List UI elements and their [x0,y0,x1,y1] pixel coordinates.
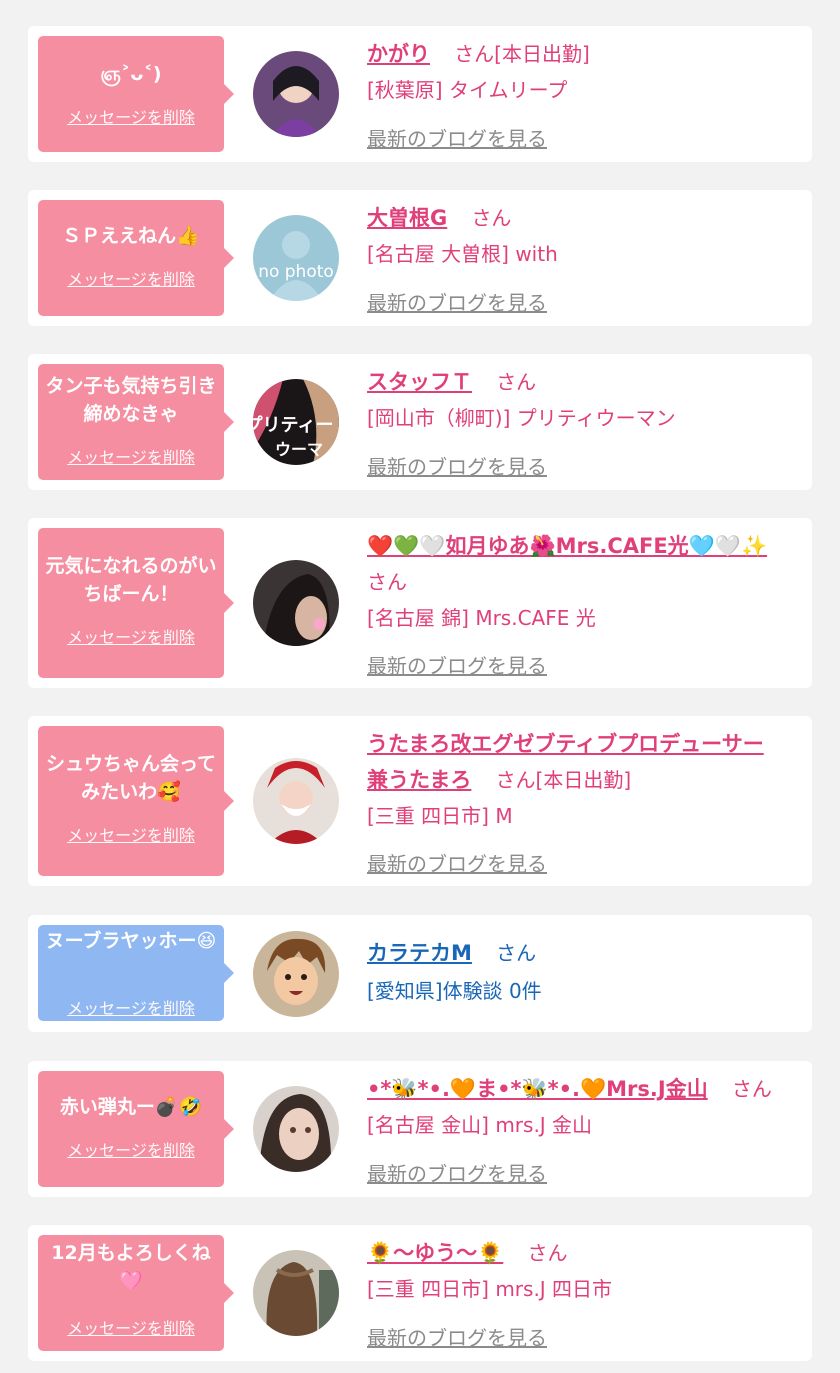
delete-message-link[interactable]: メッセージを削除 [38,822,224,846]
message-bubble: 12月もよろしくね🩷 メッセージを削除 [38,1235,234,1351]
entry-info: うたまろ改エグゼブティブプロデューサー 兼うたまろ さん[本日出勤] [三重 四… [367,728,798,877]
message-bubble: シュウちゃん会ってみたいわ🥰 メッセージを削除 [38,726,234,876]
svg-text:プリティー: プリティー [253,414,333,436]
girl-name-link[interactable]: ❤️💚🤍如月ゆあ🌺Mrs.CAFE光🩵🤍✨ [367,534,767,558]
avatar[interactable] [253,51,339,137]
latest-blog-link[interactable]: 最新のブログを見る [367,650,547,679]
delete-message-link[interactable]: メッセージを削除 [38,1137,224,1161]
entry-info: 大曽根G さん [名古屋 大曽根] with 最新のブログを見る [367,202,798,316]
entry-info: スタッフＴ さん [岡山市（柳町)] プリティウーマン 最新のブログを見る [367,366,798,480]
message-bubble: ＳＰええねん👍 メッセージを削除 [38,200,234,316]
message-bubble: タン子も気持ち引き締めなきゃ メッセージを削除 [38,364,234,480]
user-name-link[interactable]: カラテカM [367,941,472,965]
avatar[interactable] [253,1086,339,1172]
latest-blog-link[interactable]: 最新のブログを見る [367,287,547,316]
entry-info: 🌻～ゆう～🌻 さん [三重 四日市] mrs.J 四日市 最新のブログを見る [367,1237,798,1351]
message-text: 赤い弾丸ー💣🤣 [59,1096,203,1118]
honorific: さん [471,206,512,230]
latest-blog-link[interactable]: 最新のブログを見る [367,123,547,152]
message-text: ヌーブラヤッホー😆 [45,930,217,952]
message-card: シュウちゃん会ってみたいわ🥰 メッセージを削除 うたまろ改エグゼブティブプロデュ… [28,716,812,886]
honorific: さん [496,370,537,394]
avatar[interactable] [253,560,339,646]
message-bubble: ஞ˃ᴗ˂) メッセージを削除 [38,36,234,152]
message-bubble: 赤い弾丸ー💣🤣 メッセージを削除 [38,1071,234,1187]
anime-avatar[interactable] [253,931,339,1017]
shop-name: [三重 四日市] M [367,804,513,828]
delete-message-link[interactable]: メッセージを削除 [38,444,224,468]
message-card: ஞ˃ᴗ˂) メッセージを削除 かがり さん[本日出勤] [秋葉原] タイムリープ… [28,26,812,162]
girl-name-link[interactable]: かがり [367,42,430,66]
entry-info: かがり さん[本日出勤] [秋葉原] タイムリープ 最新のブログを見る [367,38,798,152]
message-card: ＳＰええねん👍 メッセージを削除 no photo 大曽根G さん [名古屋 大… [28,190,812,326]
girl-name-link[interactable]: スタッフＴ [367,370,472,394]
entry-info: ❤️💚🤍如月ゆあ🌺Mrs.CAFE光🩵🤍✨ さん [名古屋 錦] Mrs.CAF… [367,530,798,679]
latest-blog-link[interactable]: 最新のブログを見る [367,451,547,480]
delete-message-link[interactable]: メッセージを削除 [38,995,224,1019]
honorific: さん [367,570,407,594]
message-text: タン子も気持ち引き締めなきゃ [45,375,217,425]
girl-name-link[interactable]: 🌻～ゆう～🌻 [367,1241,503,1265]
message-text: ＳＰええねん👍 [62,225,200,247]
latest-blog-link[interactable]: 最新のブログを見る [367,848,547,877]
girl-name-link[interactable]: 大曽根G [367,206,447,230]
latest-blog-link[interactable]: 最新のブログを見る [367,1322,547,1351]
honorific: さん [496,941,537,965]
message-bubble: 元気になれるのがいちばーん！ メッセージを削除 [38,528,234,678]
no-photo-avatar[interactable]: no photo [253,215,339,301]
shop-name: [秋葉原] タイムリープ [367,78,568,102]
shop-name: [三重 四日市] mrs.J 四日市 [367,1277,613,1301]
shop-name: [岡山市（柳町)] プリティウーマン [367,406,676,430]
avatar[interactable]: プリティーウーマ [253,379,339,465]
message-text: 元気になれるのがいちばーん！ [45,555,217,605]
honorific: さん [527,1241,568,1265]
girl-name-link[interactable]: •*🐝*•.🧡ま•*🐝*•.🧡Mrs.J金山 [367,1077,708,1101]
girl-name-link[interactable]: うたまろ改エグゼブティブプロデューサー [367,732,764,756]
svg-text:ウーマ: ウーマ [275,440,323,459]
message-text: ஞ˃ᴗ˂) [100,63,162,85]
delete-message-link[interactable]: メッセージを削除 [38,624,224,648]
message-card: 12月もよろしくね🩷 メッセージを削除 🌻～ゆう～🌻 さん [三重 四日市] m… [28,1225,812,1361]
shop-name: [名古屋 金山] mrs.J 金山 [367,1113,593,1137]
message-list: ஞ˃ᴗ˂) メッセージを削除 かがり さん[本日出勤] [秋葉原] タイムリープ… [0,0,840,1373]
girl-name-link-continued[interactable]: 兼うたまろ [367,768,471,792]
message-bubble: ヌーブラヤッホー😆 メッセージを削除 [38,925,234,1021]
message-text: 12月もよろしくね🩷 [51,1242,211,1292]
delete-message-link[interactable]: メッセージを削除 [38,266,224,290]
delete-message-link[interactable]: メッセージを削除 [38,104,224,128]
honorific: さん [731,1077,772,1101]
message-text: シュウちゃん会ってみたいわ🥰 [45,753,217,803]
shop-name: [名古屋 錦] Mrs.CAFE 光 [367,606,596,630]
avatar[interactable] [253,1250,339,1336]
shop-name: [名古屋 大曽根] with [367,242,558,266]
message-card: 赤い弾丸ー💣🤣 メッセージを削除 •*🐝*•.🧡ま•*🐝*•.🧡Mrs.J金山 … [28,1061,812,1197]
honorific: さん[本日出勤] [495,768,632,792]
message-card: タン子も気持ち引き締めなきゃ メッセージを削除 プリティーウーマ スタッフＴ さ… [28,354,812,490]
avatar[interactable] [253,758,339,844]
message-card: ヌーブラヤッホー😆 メッセージを削除 カラテカM さん [愛知県]体験談 0件 [28,915,812,1032]
message-card: 元気になれるのがいちばーん！ メッセージを削除 ❤️💚🤍如月ゆあ🌺Mrs.CAF… [28,518,812,688]
entry-info: カラテカM さん [愛知県]体験談 0件 [367,937,798,1017]
entry-info: •*🐝*•.🧡ま•*🐝*•.🧡Mrs.J金山 さん [名古屋 金山] mrs.J… [367,1073,798,1187]
review-count: [愛知県]体験談 0件 [367,979,542,1003]
svg-text:no photo: no photo [258,262,334,282]
delete-message-link[interactable]: メッセージを削除 [38,1315,224,1339]
honorific: さん[本日出勤] [454,42,590,66]
latest-blog-link[interactable]: 最新のブログを見る [367,1158,547,1187]
